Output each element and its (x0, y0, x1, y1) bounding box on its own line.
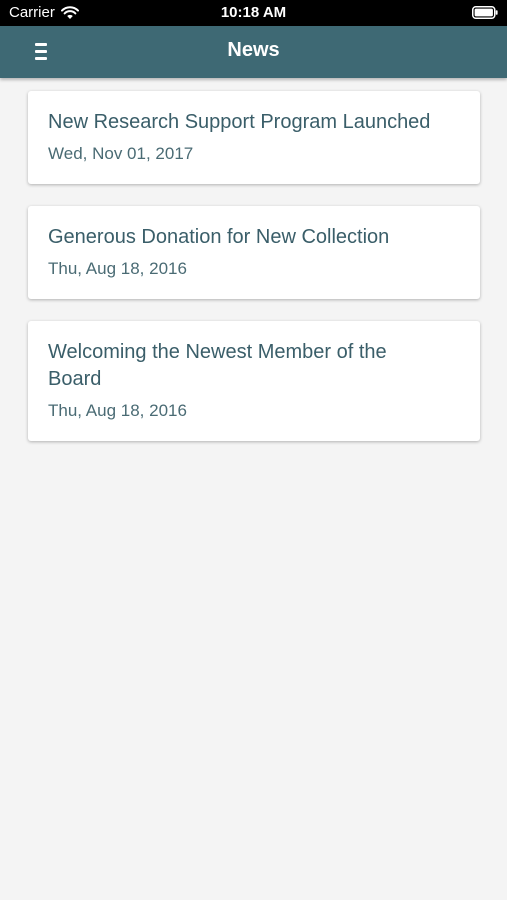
news-title: New Research Support Program Launched (48, 111, 431, 133)
news-card[interactable]: Welcoming the Newest Member of the Board… (28, 321, 480, 441)
news-list: New Research Support Program Launched We… (28, 91, 480, 463)
status-time: 10:18 AM (220, 4, 287, 21)
news-date: Thu, Aug 18, 2016 (48, 259, 187, 278)
news-card[interactable]: Generous Donation for New Collection Thu… (28, 206, 480, 299)
news-title: Welcoming the Newest Member of the Board (48, 341, 387, 390)
page-title: News (227, 39, 280, 61)
news-title: Generous Donation for New Collection (48, 226, 390, 248)
news-date: Wed, Nov 01, 2017 (48, 144, 194, 163)
status-bar: Carrier 10:18 AM (0, 0, 507, 26)
news-card[interactable]: New Research Support Program Launched We… (28, 91, 480, 184)
navigation-bar: News (0, 26, 507, 78)
battery-icon (472, 6, 498, 19)
news-date: Thu, Aug 18, 2016 (48, 401, 187, 420)
